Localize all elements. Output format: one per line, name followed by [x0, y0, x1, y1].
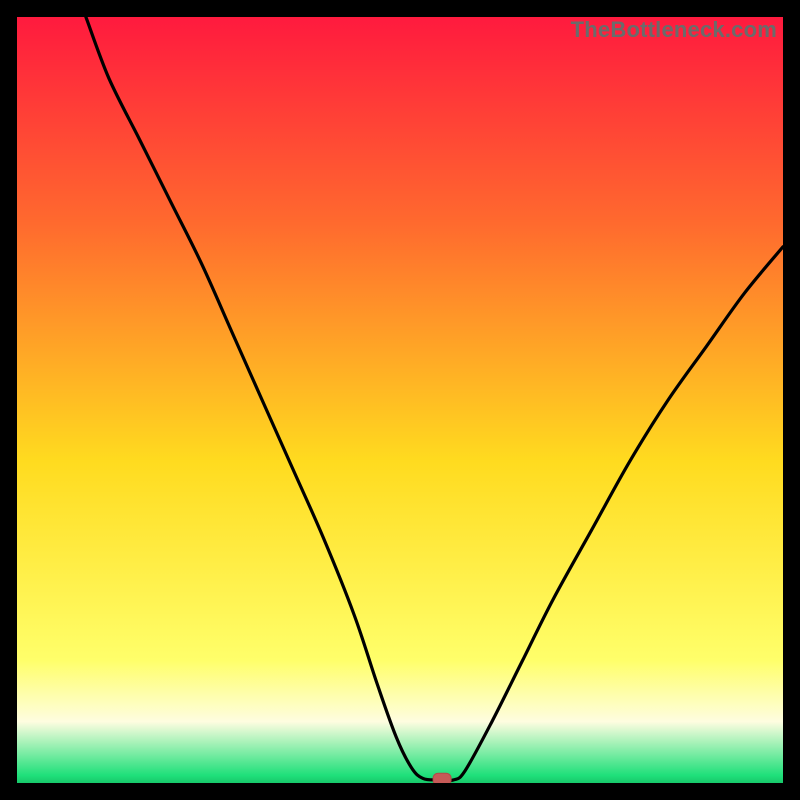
heat-gradient-background: [17, 17, 783, 783]
chart-frame: TheBottleneck.com: [17, 17, 783, 783]
watermark-text: TheBottleneck.com: [571, 17, 777, 43]
